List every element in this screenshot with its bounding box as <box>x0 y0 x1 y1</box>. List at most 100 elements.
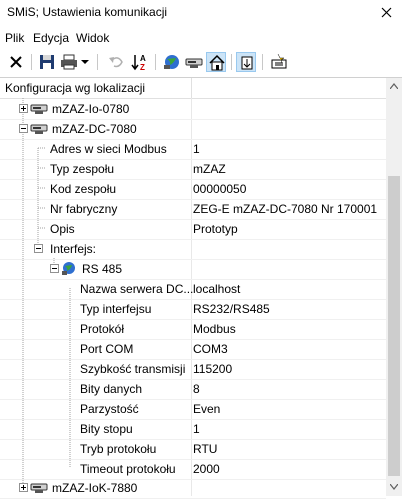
device-icon <box>30 124 48 134</box>
property-label: Bity danych <box>80 382 143 396</box>
property-row[interactable]: Typ zespołu mZAZ <box>0 159 386 180</box>
property-label: Protokół <box>80 322 125 336</box>
property-row[interactable]: Typ interfejsu RS232/RS485 <box>0 299 386 320</box>
property-row[interactable]: Szybkość transmisji 115200 <box>0 359 386 380</box>
property-value[interactable]: Prototyp <box>193 222 238 236</box>
toolbar-separator <box>97 54 98 70</box>
chevron-down-icon <box>81 60 89 64</box>
add-device-icon <box>271 53 287 69</box>
property-label: Opis <box>50 222 75 236</box>
property-value[interactable]: 2000 <box>193 462 220 476</box>
property-value[interactable]: 8 <box>193 382 200 396</box>
network-globe-icon <box>62 262 75 275</box>
scroll-up-icon[interactable] <box>390 83 398 89</box>
tree-node-device[interactable]: mZAZ-Io-0780 <box>0 99 386 120</box>
property-row[interactable]: Timeout protokołu 2000 <box>0 459 386 480</box>
collapse-minus-icon[interactable] <box>19 124 28 133</box>
property-row[interactable]: Bity danych 8 <box>0 379 386 400</box>
undo-icon <box>109 57 123 68</box>
tree-node-device[interactable]: mZAZ-DC-7080 <box>0 119 386 140</box>
print-button[interactable] <box>59 52 79 72</box>
property-row[interactable]: Bity stopu 1 <box>0 419 386 440</box>
property-label: Adres w sieci Modbus <box>50 142 167 156</box>
property-row[interactable]: Nazwa serwera DC... localhost <box>0 279 386 300</box>
property-row[interactable]: Parzystość Even <box>0 399 386 420</box>
menu-widok[interactable]: Widok <box>76 31 109 45</box>
property-row[interactable]: Protokół Modbus <box>0 319 386 340</box>
undo-button[interactable] <box>106 52 126 72</box>
scrollbar-thumb[interactable] <box>388 176 400 476</box>
title-bar: SMiS; Ustawienia komunikacji <box>0 0 402 26</box>
property-row[interactable]: Port COM COM3 <box>0 339 386 360</box>
save-icon <box>40 55 54 69</box>
save-button[interactable] <box>37 52 57 72</box>
property-value[interactable]: ZEG-E mZAZ-DC-7080 Nr 170001 <box>193 202 377 216</box>
property-label: Typ zespołu <box>50 162 115 176</box>
property-value[interactable]: Even <box>193 402 220 416</box>
menu-edycja[interactable]: Edycja <box>33 31 69 45</box>
property-label: Parzystość <box>80 402 139 416</box>
property-value[interactable]: COM3 <box>193 342 228 356</box>
device-button[interactable] <box>184 52 204 72</box>
device-icon <box>185 58 203 68</box>
property-label: Kod zespołu <box>50 182 117 196</box>
property-label: Nr fabryczny <box>50 202 118 216</box>
add-device-button[interactable] <box>269 52 289 72</box>
toolbar-separator <box>155 54 156 70</box>
node-label: mZAZ-Io-0780 <box>52 102 130 116</box>
property-row[interactable]: Tryb protokołu RTU <box>0 439 386 460</box>
close-button[interactable] <box>372 0 402 26</box>
node-label: RS 485 <box>82 262 123 276</box>
device-icon <box>30 104 48 114</box>
toolbar-separator <box>262 54 263 70</box>
property-value[interactable]: RS232/RS485 <box>193 302 270 316</box>
property-value[interactable]: RTU <box>193 442 217 456</box>
tree-node-rs485[interactable]: RS 485 <box>0 259 386 280</box>
network-globe-icon <box>164 55 179 69</box>
vertical-scrollbar[interactable] <box>386 78 402 496</box>
property-label: Tryb protokołu <box>80 442 157 456</box>
tree-node-device[interactable]: mZAZ-IoK-7880 <box>0 478 386 499</box>
home-button[interactable] <box>206 52 226 72</box>
expand-icon <box>241 56 253 70</box>
property-label: Port COM <box>80 342 134 356</box>
property-value[interactable]: 00000050 <box>193 182 246 196</box>
column-header-name[interactable]: Konfiguracja wg lokalizacji <box>0 78 192 98</box>
column-header-label: Konfiguracja wg lokalizacji <box>5 81 146 95</box>
collapse-minus-icon[interactable] <box>50 264 59 273</box>
sort-button[interactable]: AZ <box>130 52 150 72</box>
close-icon <box>381 7 392 18</box>
collapse-minus-icon[interactable] <box>34 244 43 253</box>
expand-plus-icon[interactable] <box>19 104 28 113</box>
svg-text:A: A <box>140 54 146 63</box>
toolbar-separator <box>31 54 32 70</box>
property-row[interactable]: Adres w sieci Modbus 1 <box>0 139 386 160</box>
delete-button[interactable] <box>6 52 26 72</box>
tree-node-interface-group[interactable]: Interfejs: <box>0 239 386 260</box>
property-row[interactable]: Kod zespołu 00000050 <box>0 179 386 200</box>
sort-az-icon: AZ <box>131 54 146 72</box>
property-label: Timeout protokołu <box>80 462 176 476</box>
property-value[interactable]: localhost <box>193 282 240 296</box>
toolbar: AZ <box>0 50 402 75</box>
property-value[interactable]: 115200 <box>193 362 232 376</box>
network-button[interactable] <box>162 52 182 72</box>
expand-plus-icon[interactable] <box>19 483 28 492</box>
scroll-down-icon[interactable] <box>390 484 398 490</box>
property-value[interactable]: 1 <box>193 422 200 436</box>
print-dropdown-button[interactable] <box>79 52 91 72</box>
property-row[interactable]: Opis Prototyp <box>0 219 386 240</box>
property-row[interactable]: Nr fabryczny ZEG-E mZAZ-DC-7080 Nr 17000… <box>0 199 386 220</box>
property-value[interactable]: Modbus <box>193 322 236 336</box>
node-label: mZAZ-DC-7080 <box>52 122 137 136</box>
delete-icon <box>10 56 22 68</box>
config-tree[interactable]: Konfiguracja wg lokalizacji mZAZ-Io-0780 <box>0 77 402 499</box>
property-value[interactable]: mZAZ <box>193 162 226 176</box>
property-label: Bity stopu <box>80 422 133 436</box>
window-title: SMiS; Ustawienia komunikacji <box>7 5 168 19</box>
property-label: Szybkość transmisji <box>80 362 186 376</box>
menu-plik[interactable]: Plik <box>5 31 24 45</box>
property-value[interactable]: 1 <box>193 142 200 156</box>
expand-button[interactable] <box>236 52 256 72</box>
tree-header[interactable]: Konfiguracja wg lokalizacji <box>0 78 386 99</box>
